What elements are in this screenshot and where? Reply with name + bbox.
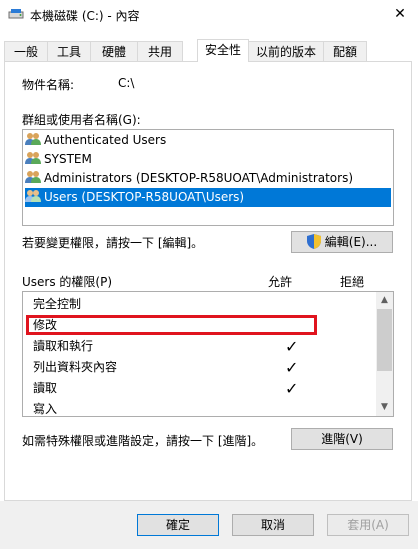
group-item-label: SYSTEM xyxy=(44,152,92,166)
close-icon[interactable]: ✕ xyxy=(392,6,408,22)
permission-read-execute: 讀取和執行 ✓ xyxy=(33,336,373,357)
change-permissions-text: 若要變更權限，請按一下 [編輯]。 xyxy=(22,236,204,250)
tab-tools[interactable]: 工具 xyxy=(47,41,91,61)
groups-label: 群組或使用者名稱(G): xyxy=(22,113,141,127)
group-item-system[interactable]: SYSTEM xyxy=(25,150,391,169)
object-name-value: C:\ xyxy=(118,76,135,90)
permissions-list[interactable]: 完全控制 修改 讀取和執行 ✓ 列出資料夾內容 ✓ 讀取 ✓ 寫入 ▲ ▼ xyxy=(22,291,394,417)
group-item-users[interactable]: Users (DESKTOP-R58UOAT\Users) xyxy=(25,188,391,207)
permission-label: 讀取和執行 xyxy=(33,339,94,353)
shield-icon xyxy=(306,234,321,249)
tab-security[interactable]: 安全性 xyxy=(197,39,249,62)
edit-button[interactable]: 編輯(E)... xyxy=(291,231,393,253)
allow-column-header: 允許 xyxy=(268,275,293,289)
tab-previous-versions[interactable]: 以前的版本 xyxy=(248,41,324,61)
users-group-icon xyxy=(25,170,41,184)
users-group-icon xyxy=(25,189,41,203)
tab-sharing[interactable]: 共用 xyxy=(137,41,183,61)
permission-read: 讀取 ✓ xyxy=(33,378,373,399)
scroll-thumb[interactable] xyxy=(377,309,392,371)
allow-check-icon: ✓ xyxy=(285,337,299,356)
apply-button[interactable]: 套用(A) xyxy=(327,514,409,536)
group-item-label: Users (DESKTOP-R58UOAT\Users) xyxy=(44,190,245,204)
groups-listbox[interactable]: Authenticated Users SYSTEM Administrator… xyxy=(22,129,394,226)
permission-label: 讀取 xyxy=(33,381,58,395)
title-bar: 本機磁碟 (C:) - 內容 ✕ xyxy=(0,0,418,30)
tab-general[interactable]: 一般 xyxy=(4,41,48,61)
permissions-label: Users 的權限(P) xyxy=(22,275,113,289)
cancel-button[interactable]: 取消 xyxy=(232,514,314,536)
object-name-label: 物件名稱: xyxy=(22,78,75,92)
scroll-up-icon[interactable]: ▲ xyxy=(376,292,393,309)
modify-highlight-box xyxy=(26,315,317,335)
scroll-down-icon[interactable]: ▼ xyxy=(376,399,393,416)
permission-full-control: 完全控制 xyxy=(33,294,373,315)
permission-list-folder-contents: 列出資料夾內容 ✓ xyxy=(33,357,373,378)
users-group-icon xyxy=(25,151,41,165)
group-item-authenticated-users[interactable]: Authenticated Users xyxy=(25,131,391,150)
tab-strip: 一般 工具 硬體 共用 安全性 以前的版本 配額 xyxy=(4,39,414,62)
window-title: 本機磁碟 (C:) - 內容 xyxy=(30,9,140,23)
edit-button-label: 編輯(E)... xyxy=(324,235,378,249)
permission-label: 完全控制 xyxy=(33,297,82,311)
allow-check-icon: ✓ xyxy=(285,358,299,377)
advanced-text: 如需特殊權限或進階設定，請按一下 [進階]。 xyxy=(22,434,264,448)
permission-label: 列出資料夾內容 xyxy=(33,360,118,374)
group-item-administrators[interactable]: Administrators (DESKTOP-R58UOAT\Administ… xyxy=(25,169,391,188)
group-item-label: Administrators (DESKTOP-R58UOAT\Administ… xyxy=(44,171,354,185)
dialog-footer: 確定 取消 套用(A) xyxy=(0,501,418,549)
users-group-icon xyxy=(25,132,41,146)
tab-hardware[interactable]: 硬體 xyxy=(90,41,138,61)
permissions-scrollbar[interactable]: ▲ ▼ xyxy=(376,292,393,416)
drive-icon xyxy=(8,8,24,20)
permission-write: 寫入 xyxy=(33,399,373,416)
ok-button[interactable]: 確定 xyxy=(137,514,219,536)
advanced-button[interactable]: 進階(V) xyxy=(291,428,393,450)
permission-label: 寫入 xyxy=(33,402,58,416)
group-item-label: Authenticated Users xyxy=(44,133,167,147)
allow-check-icon: ✓ xyxy=(285,379,299,398)
tab-quota[interactable]: 配額 xyxy=(323,41,367,61)
deny-column-header: 拒絕 xyxy=(340,275,365,289)
